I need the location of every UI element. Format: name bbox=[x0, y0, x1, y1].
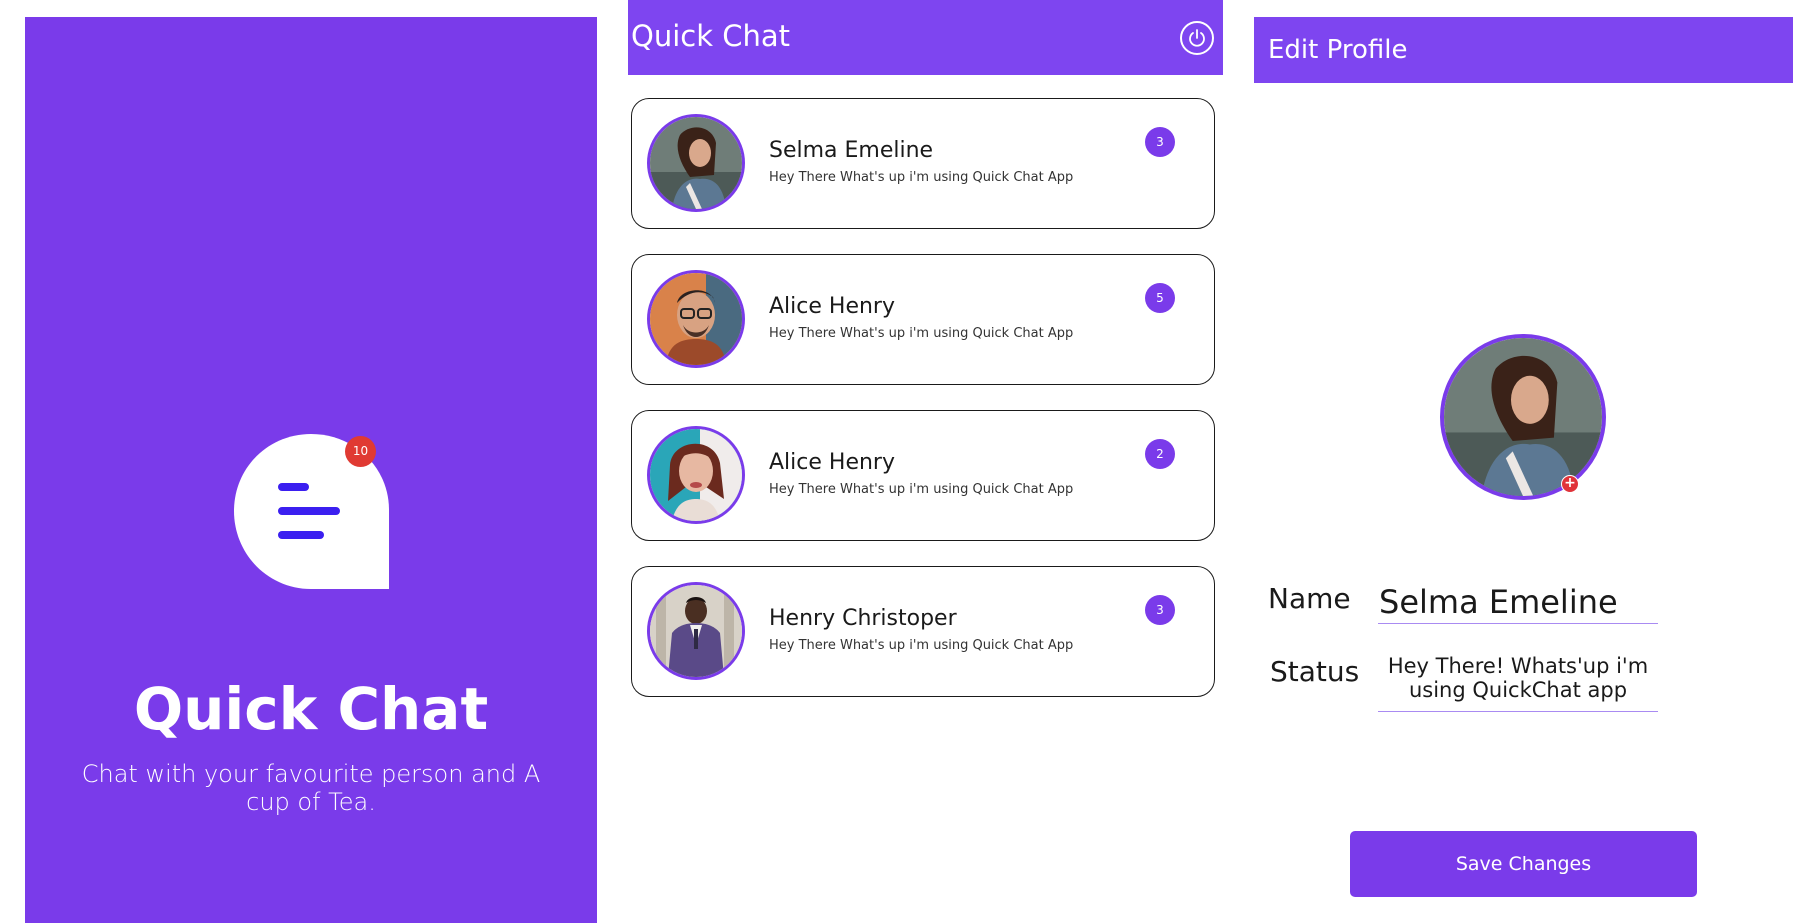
contact-name: Alice Henry bbox=[769, 294, 895, 319]
contact-name: Selma Emeline bbox=[769, 138, 934, 163]
chat-list-title: Quick Chat bbox=[631, 19, 790, 53]
contact-status: Hey There What's up i'm using Quick Chat… bbox=[769, 482, 1074, 497]
avatar bbox=[647, 270, 745, 368]
unread-count-badge: 2 bbox=[1145, 439, 1175, 469]
chat-list-item[interactable]: Selma Emeline Hey There What's up i'm us… bbox=[631, 98, 1215, 229]
avatar bbox=[647, 426, 745, 524]
logout-button[interactable] bbox=[1180, 21, 1214, 55]
chat-list-item[interactable]: Alice Henry Hey There What's up i'm usin… bbox=[631, 254, 1215, 385]
unread-count-badge: 5 bbox=[1145, 283, 1175, 313]
status-field[interactable]: Hey There! Whats'up i'm using QuickChat … bbox=[1378, 654, 1658, 712]
contact-status: Hey There What's up i'm using Quick Chat… bbox=[769, 638, 1074, 653]
name-label: Name bbox=[1268, 582, 1351, 615]
edit-profile-title: Edit Profile bbox=[1268, 35, 1408, 65]
status-label: Status bbox=[1270, 655, 1360, 688]
contact-name: Henry Christoper bbox=[769, 606, 957, 631]
splash-screen: 10 Quick Chat Chat with your favourite p… bbox=[25, 17, 597, 923]
avatar bbox=[647, 114, 745, 212]
save-changes-button[interactable]: Save Changes bbox=[1350, 831, 1697, 897]
plus-icon: + bbox=[1564, 475, 1576, 491]
edit-profile-header: Edit Profile bbox=[1254, 17, 1793, 83]
name-field[interactable] bbox=[1378, 580, 1658, 624]
profile-avatar[interactable] bbox=[1440, 334, 1606, 500]
avatar bbox=[647, 582, 745, 680]
app-title: Quick Chat bbox=[133, 675, 489, 743]
unread-count-badge: 3 bbox=[1145, 127, 1175, 157]
add-photo-button[interactable]: + bbox=[1561, 475, 1579, 493]
notification-badge: 10 bbox=[345, 436, 376, 467]
chat-list-item[interactable]: Henry Christoper Hey There What's up i'm… bbox=[631, 566, 1215, 697]
contact-name: Alice Henry bbox=[769, 450, 895, 475]
chat-list-item[interactable]: Alice Henry Hey There What's up i'm usin… bbox=[631, 410, 1215, 541]
contact-status: Hey There What's up i'm using Quick Chat… bbox=[769, 326, 1074, 341]
app-tagline: Chat with your favourite person and A cu… bbox=[81, 760, 541, 816]
contact-status: Hey There What's up i'm using Quick Chat… bbox=[769, 170, 1074, 185]
chat-list-header: Quick Chat bbox=[628, 0, 1223, 75]
unread-count-badge: 3 bbox=[1145, 595, 1175, 625]
